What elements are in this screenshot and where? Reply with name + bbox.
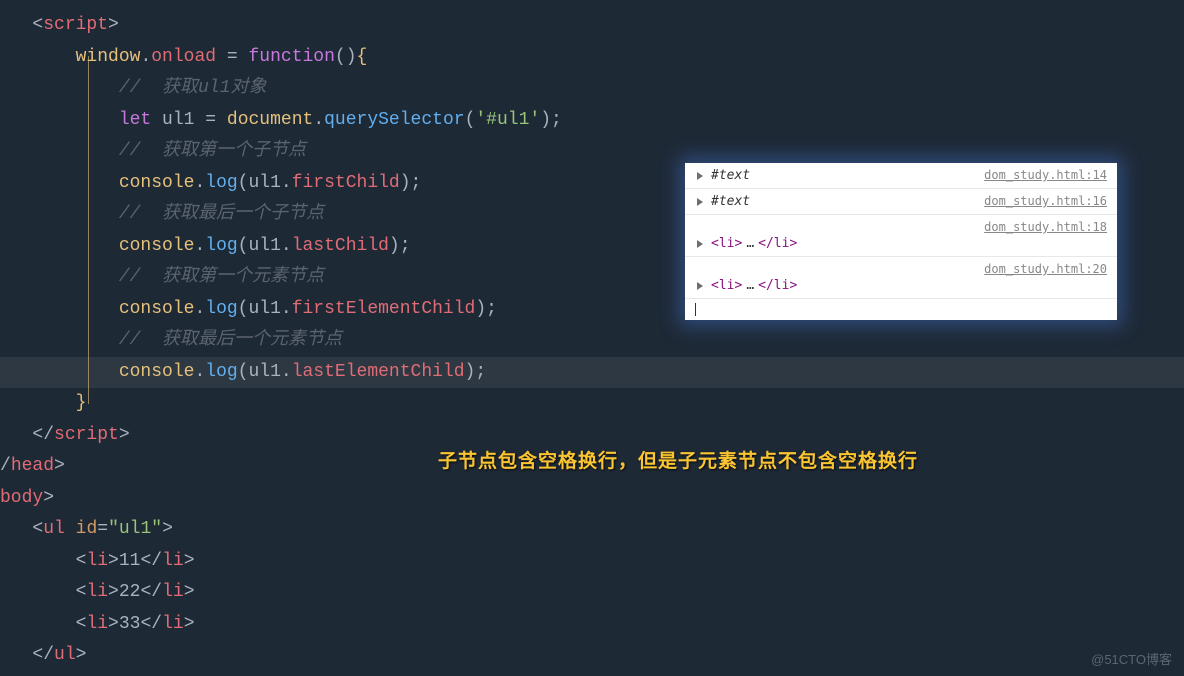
code-line: <script>: [0, 10, 1184, 42]
console-value: #text: [711, 194, 750, 209]
code-line: }: [0, 388, 1184, 420]
console-source-link[interactable]: dom_study.html:18: [984, 220, 1107, 234]
code-line: <li>33</li>: [0, 609, 1184, 641]
code-line: <li>11</li>: [0, 546, 1184, 578]
code-line-highlighted: console.log(ul1.lastElementChild);: [0, 357, 1184, 389]
expand-icon[interactable]: [697, 282, 703, 290]
console-source-link[interactable]: dom_study.html:20: [984, 262, 1107, 276]
devtools-console[interactable]: #text dom_study.html:14 #text dom_study.…: [685, 163, 1117, 320]
console-value: <li>: [711, 236, 742, 251]
console-source-link[interactable]: dom_study.html:16: [984, 194, 1107, 208]
expand-icon[interactable]: [697, 198, 703, 206]
cursor-icon: [695, 303, 696, 316]
expand-icon[interactable]: [697, 172, 703, 180]
console-row[interactable]: #text dom_study.html:16: [685, 189, 1117, 215]
console-source-link[interactable]: dom_study.html:14: [984, 168, 1107, 182]
console-row[interactable]: dom_study.html:20 <li>…</li>: [685, 257, 1117, 299]
console-row[interactable]: dom_study.html:18 <li>…</li>: [685, 215, 1117, 257]
expand-icon[interactable]: [697, 240, 703, 248]
code-line: <li>22</li>: [0, 577, 1184, 609]
console-value: #text: [711, 168, 750, 183]
code-line: // 获取最后一个元素节点: [0, 325, 1184, 357]
annotation-text: 子节点包含空格换行，但是子元素节点不包含空格换行: [438, 446, 918, 473]
code-line: // 获取ul1对象: [0, 73, 1184, 105]
code-line: <ul id="ul1">: [0, 514, 1184, 546]
code-editor[interactable]: <script> window.onload = function(){ // …: [0, 0, 1184, 672]
console-row[interactable]: #text dom_study.html:14: [685, 163, 1117, 189]
watermark: @51CTO博客: [1091, 649, 1172, 668]
code-line: window.onload = function(){: [0, 42, 1184, 74]
console-value: <li>: [711, 278, 742, 293]
code-line: </ul>: [0, 640, 1184, 672]
code-line: body>: [0, 483, 1184, 515]
console-input-row[interactable]: [685, 299, 1117, 320]
code-line: let ul1 = document.querySelector('#ul1')…: [0, 105, 1184, 137]
brace-indicator: [88, 56, 89, 404]
